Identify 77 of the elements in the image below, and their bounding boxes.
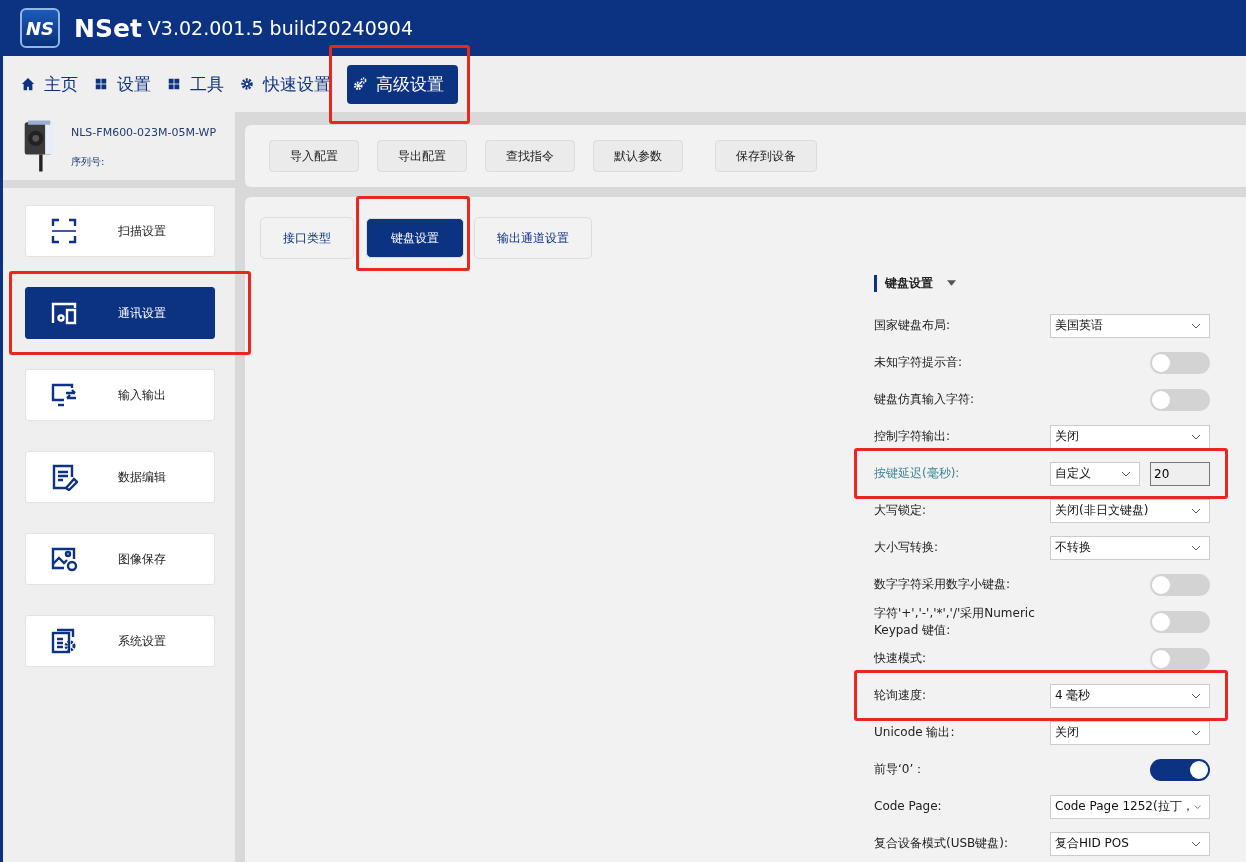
device-model: NLS-FM600-023M-05M-WP xyxy=(71,126,217,139)
setting-label: 大小写转换: xyxy=(874,539,940,556)
chevron-down-icon xyxy=(1191,433,1201,440)
app-name: NSet xyxy=(74,13,142,43)
chevron-down-icon xyxy=(1191,544,1201,551)
setting-label: 字符'+','-','*','/'采用Numeric Keypad 键值: xyxy=(874,604,1036,639)
nav-tab[interactable]: 高级设置 xyxy=(347,64,458,104)
app-logo: NS xyxy=(20,8,60,48)
caret-icon[interactable] xyxy=(947,280,956,286)
chevron-down-icon xyxy=(1191,729,1201,736)
setting-label: Code Page: xyxy=(874,798,943,815)
serial-label: 序列号: xyxy=(71,155,106,169)
toggle-switch[interactable] xyxy=(1150,351,1210,374)
dropdown[interactable]: 自定义 xyxy=(1050,461,1140,486)
nav-tab[interactable]: 工具 xyxy=(161,64,230,104)
grid-icon xyxy=(94,77,108,91)
toggle-switch[interactable] xyxy=(1150,610,1210,633)
sidebar-item[interactable]: 系统设置 xyxy=(25,615,215,667)
section-marker xyxy=(874,274,877,292)
scan-frame-icon xyxy=(50,217,78,245)
dropdown[interactable]: 关闭(非日文键盘) xyxy=(1050,498,1210,523)
setting-label: 轮询速度: xyxy=(874,687,928,704)
sidebar-item[interactable]: 通讯设置 xyxy=(25,287,215,339)
image-icon xyxy=(50,545,78,573)
setting-label: 国家键盘布局: xyxy=(874,317,952,334)
toolbar-button[interactable]: 导出配置 xyxy=(377,140,467,172)
setting-label: 前导‘0’： xyxy=(874,761,927,778)
dropdown[interactable]: 美国英语 xyxy=(1050,313,1210,338)
dropdown[interactable]: 关闭 xyxy=(1050,720,1210,745)
toggle-switch[interactable] xyxy=(1150,758,1210,781)
chevron-down-icon xyxy=(1191,692,1201,699)
setting-label: 未知字符提示音: xyxy=(874,354,964,371)
setting-label: 键盘仿真输入字符: xyxy=(874,391,976,408)
nav-tab[interactable]: 主页 xyxy=(15,64,84,104)
toggle-switch[interactable] xyxy=(1150,388,1210,411)
toolbar-button[interactable]: 保存到设备 xyxy=(715,140,817,172)
chevron-down-icon xyxy=(1191,322,1201,329)
tab[interactable]: 键盘设置 xyxy=(366,218,464,258)
setting-label: 复合设备模式(USB键盘): xyxy=(874,835,1010,852)
input-field[interactable]: 20 xyxy=(1150,461,1210,486)
toggle-switch[interactable] xyxy=(1150,647,1210,670)
setting-label: 按键延迟(毫秒): xyxy=(874,465,961,482)
sidebar-item[interactable]: 图像保存 xyxy=(25,533,215,585)
settings-icon xyxy=(240,77,254,91)
setting-label: 快速模式: xyxy=(874,650,928,667)
tab[interactable]: 输出通道设置 xyxy=(474,217,592,259)
toolbar-button[interactable]: 默认参数 xyxy=(593,140,683,172)
tab[interactable]: 接口类型 xyxy=(260,217,354,259)
dropdown[interactable]: 复合HID POS xyxy=(1050,831,1210,856)
dropdown[interactable]: 不转换 xyxy=(1050,535,1210,560)
sidebar-item[interactable]: 扫描设置 xyxy=(25,205,215,257)
setting-label: Unicode 输出: xyxy=(874,724,956,741)
section-title: 键盘设置 xyxy=(885,274,933,292)
dropdown[interactable]: 4 毫秒 xyxy=(1050,683,1210,708)
gears-icon xyxy=(353,77,367,91)
chevron-down-icon xyxy=(1121,470,1131,477)
chevron-down-icon xyxy=(1191,840,1201,847)
sidebar-item[interactable]: 数据编辑 xyxy=(25,451,215,503)
chevron-down-icon xyxy=(1193,803,1201,810)
app-version: V3.02.001.5 build20240904 xyxy=(147,17,414,39)
dropdown[interactable]: Code Page 1252(拉丁， xyxy=(1050,794,1210,819)
setting-label: 控制字符输出: xyxy=(874,428,952,445)
nav-tab[interactable]: 设置 xyxy=(88,64,157,104)
grid-icon xyxy=(167,77,181,91)
setting-label: 数字字符采用数字小键盘: xyxy=(874,576,1012,593)
settings-icon xyxy=(50,627,78,655)
nav-tab[interactable]: 快速设置 xyxy=(234,64,337,104)
toggle-switch[interactable] xyxy=(1150,573,1210,596)
toolbar-button[interactable]: 导入配置 xyxy=(269,140,359,172)
dropdown[interactable]: 关闭 xyxy=(1050,424,1210,449)
setting-label: 大写锁定: xyxy=(874,502,928,519)
home-icon xyxy=(21,77,35,91)
monitor-icon xyxy=(50,381,78,409)
sidebar-item[interactable]: 输入输出 xyxy=(25,369,215,421)
chevron-down-icon xyxy=(1191,507,1201,514)
document-edit-icon xyxy=(50,463,78,491)
toolbar-button[interactable]: 查找指令 xyxy=(485,140,575,172)
